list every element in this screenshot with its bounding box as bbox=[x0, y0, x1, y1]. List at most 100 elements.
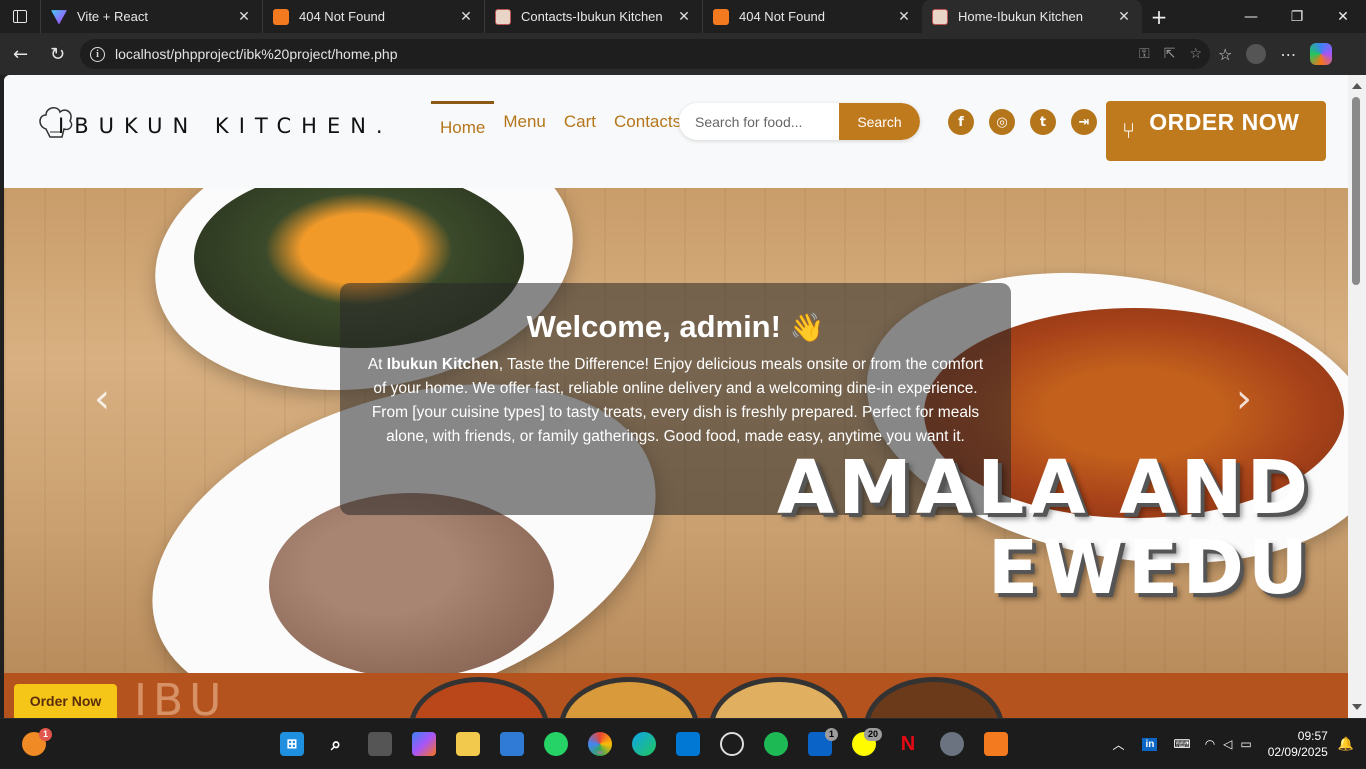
browser-tab[interactable]: 404 Not Found ✕ bbox=[702, 0, 922, 33]
clock-time: 09:57 bbox=[1297, 729, 1328, 743]
nav-cart[interactable]: Cart bbox=[555, 101, 605, 141]
copilot-icon[interactable] bbox=[412, 732, 436, 756]
site-info-icon[interactable]: i bbox=[90, 46, 105, 62]
whatsapp-icon[interactable] bbox=[544, 732, 568, 756]
scroll-up-icon[interactable] bbox=[1352, 83, 1362, 89]
outlook-badge: 1 bbox=[824, 728, 838, 741]
battery-icon[interactable]: ▭ bbox=[1240, 737, 1251, 751]
facebook-icon[interactable]: f bbox=[948, 109, 974, 135]
more-options-icon[interactable]: ⋯ bbox=[1280, 45, 1296, 64]
window-close-icon[interactable]: ✕ bbox=[1320, 0, 1366, 33]
xampp-icon[interactable] bbox=[984, 732, 1008, 756]
dish-title: AMALA AND EWEDU bbox=[777, 448, 1312, 608]
food-bowl-image bbox=[409, 677, 549, 718]
ibukun-favicon bbox=[932, 8, 948, 25]
outlook-icon[interactable]: 1 bbox=[808, 728, 838, 756]
carousel-next-icon[interactable]: › bbox=[1236, 376, 1252, 422]
tab-title: Vite + React bbox=[77, 9, 148, 24]
nav-contacts[interactable]: Contacts bbox=[605, 101, 690, 141]
vite-icon bbox=[51, 10, 67, 25]
scroll-down-icon[interactable] bbox=[1352, 704, 1362, 710]
wave-emoji: 👋 bbox=[789, 312, 825, 343]
search-button[interactable]: Search bbox=[839, 103, 920, 140]
edge-icon[interactable] bbox=[632, 732, 656, 756]
tab-actions-icon[interactable] bbox=[0, 0, 40, 33]
close-icon[interactable]: ✕ bbox=[458, 8, 474, 25]
chevron-up-icon[interactable]: ︿ bbox=[1112, 736, 1124, 753]
nav-menu[interactable]: Menu bbox=[494, 101, 555, 141]
hero-carousel: ‹ › Welcome, admin! 👋 At Ibukun Kitchen,… bbox=[4, 188, 1348, 673]
food-bowl-image bbox=[864, 677, 1004, 718]
restore-icon[interactable]: ❐ bbox=[1274, 0, 1320, 33]
file-explorer-icon[interactable] bbox=[456, 732, 480, 756]
carousel-prev-icon[interactable]: ‹ bbox=[94, 376, 110, 422]
site-header: IBUKUN KITCHEN. Home Menu Cart Contacts … bbox=[4, 75, 1348, 188]
welcome-paragraph: At Ibukun Kitchen, Taste the Difference!… bbox=[340, 353, 1011, 449]
netflix-icon[interactable]: N bbox=[896, 732, 920, 756]
profile-icon[interactable] bbox=[1246, 44, 1267, 64]
food-bowl-image bbox=[709, 677, 849, 718]
browser-tab[interactable]: Vite + React ✕ bbox=[40, 0, 262, 33]
tab-title: 404 Not Found bbox=[299, 9, 386, 24]
settings-icon[interactable] bbox=[940, 732, 964, 756]
dish-title-line1: AMALA AND bbox=[777, 445, 1312, 531]
minimize-icon[interactable]: — bbox=[1228, 0, 1274, 33]
browser-tab[interactable]: 404 Not Found ✕ bbox=[262, 0, 484, 33]
reload-icon[interactable]: ↻ bbox=[39, 33, 76, 75]
scroll-thumb[interactable] bbox=[1352, 97, 1360, 285]
favorite-star-icon[interactable]: ☆ bbox=[1189, 46, 1202, 62]
banner-ghost-text: IBU bbox=[134, 675, 228, 718]
back-icon[interactable]: ← bbox=[2, 33, 39, 75]
favorites-icon[interactable]: ☆ bbox=[1218, 45, 1232, 64]
task-view-icon[interactable] bbox=[368, 732, 392, 756]
url-text[interactable]: localhost/phpproject/ibk%20project/home.… bbox=[115, 46, 398, 62]
browser-tab[interactable]: Contacts-Ibukun Kitchen ✕ bbox=[484, 0, 702, 33]
snapchat-badge: 20 bbox=[863, 728, 882, 741]
snapchat-icon[interactable]: 20 bbox=[852, 728, 882, 756]
open-in-app-icon[interactable]: ⇱ bbox=[1164, 46, 1176, 62]
store-icon[interactable] bbox=[500, 732, 524, 756]
instagram-icon[interactable]: ◎ bbox=[989, 109, 1015, 135]
close-icon[interactable]: ✕ bbox=[896, 8, 912, 25]
page-viewport: IBUKUN KITCHEN. Home Menu Cart Contacts … bbox=[4, 75, 1348, 718]
close-icon[interactable]: ✕ bbox=[236, 8, 252, 25]
system-tray: ︿ in ⌨ ◠ ◁ ▭ 09:57 02/09/2025 🔔 bbox=[1112, 719, 1366, 769]
address-bar[interactable]: i localhost/phpproject/ibk%20project/hom… bbox=[80, 39, 1210, 69]
vscode-icon[interactable] bbox=[676, 732, 700, 756]
copilot-icon[interactable] bbox=[1310, 43, 1333, 65]
new-tab-icon[interactable]: + bbox=[1142, 5, 1176, 29]
spotify-icon[interactable] bbox=[764, 732, 788, 756]
food-bowl-image bbox=[559, 677, 699, 718]
linkedin-icon[interactable]: in bbox=[1142, 737, 1158, 751]
key-icon[interactable]: ⚿ bbox=[1139, 46, 1150, 62]
close-icon[interactable]: ✕ bbox=[676, 8, 692, 25]
wifi-icon[interactable]: ◠ bbox=[1205, 737, 1215, 751]
browser-toolbar: ← ↻ i localhost/phpproject/ibk%20project… bbox=[0, 33, 1366, 75]
browser-tab-active[interactable]: Home-Ibukun Kitchen ✕ bbox=[922, 0, 1142, 33]
twitter-icon[interactable]: t bbox=[1030, 109, 1056, 135]
welcome-heading: Welcome, admin! 👋 bbox=[340, 309, 1011, 345]
windows-taskbar: 1 ⊞ ⌕ 1 20 N ︿ in ⌨ ◠ ◁ ▭ 09:57 02/09/20… bbox=[0, 718, 1366, 768]
search-icon[interactable]: ⌕ bbox=[324, 732, 348, 756]
notification-bell-icon[interactable]: 🔔 bbox=[1338, 736, 1354, 752]
volume-icon[interactable]: ◁ bbox=[1223, 737, 1232, 751]
page-scrollbar[interactable] bbox=[1348, 75, 1366, 718]
logout-icon[interactable]: ⇥ bbox=[1071, 109, 1097, 135]
weather-badge: 1 bbox=[38, 728, 52, 741]
start-icon[interactable]: ⊞ bbox=[280, 732, 304, 756]
brand-name: IBUKUN KITCHEN. bbox=[58, 114, 393, 138]
site-logo[interactable]: IBUKUN KITCHEN. bbox=[34, 99, 393, 141]
clock[interactable]: 09:57 02/09/2025 bbox=[1268, 728, 1328, 760]
weather-icon[interactable]: 1 bbox=[22, 728, 52, 756]
search-form: Search bbox=[679, 103, 920, 140]
close-icon[interactable]: ✕ bbox=[1116, 8, 1132, 25]
nav-home[interactable]: Home bbox=[431, 101, 495, 141]
search-input[interactable] bbox=[679, 103, 839, 140]
banner-order-button[interactable]: Order Now bbox=[14, 684, 117, 718]
order-now-button[interactable]: ⑂ ORDER NOW bbox=[1106, 101, 1326, 161]
tab-title: Home-Ibukun Kitchen bbox=[958, 9, 1084, 24]
chatgpt-icon[interactable] bbox=[720, 732, 744, 756]
chrome-icon[interactable] bbox=[588, 732, 612, 756]
keyboard-icon[interactable]: ⌨ bbox=[1173, 737, 1190, 751]
clock-date: 02/09/2025 bbox=[1267, 745, 1328, 759]
